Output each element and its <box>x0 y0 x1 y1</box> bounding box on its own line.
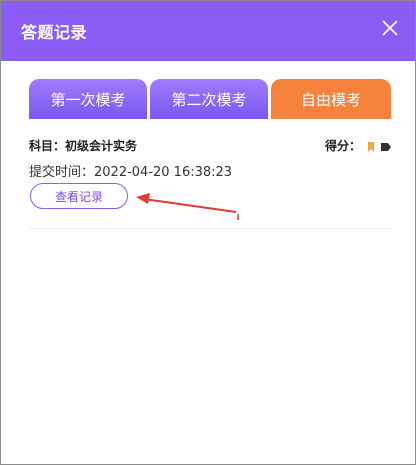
tab-label: 第二次模考 <box>171 90 247 109</box>
subject-text: 科目：初级会计实务 <box>29 139 138 153</box>
tab-free-mock-exam[interactable]: 自由模考 <box>271 79 391 119</box>
score-area: 得分： <box>324 137 391 154</box>
tab-label: 自由模考 <box>300 90 361 109</box>
tab-first-mock-exam[interactable]: 第一次模考 <box>29 79 147 119</box>
tab-label: 第一次模考 <box>50 90 126 109</box>
dialog-title: 答题记录 <box>21 23 88 42</box>
bookmark-icon <box>367 141 375 152</box>
dialog-header: 答题记录 <box>1 1 415 61</box>
tag-icon <box>381 141 391 151</box>
divider <box>29 228 390 229</box>
score-label: 得分： <box>324 139 361 153</box>
close-icon[interactable] <box>381 19 399 37</box>
tab-second-mock-exam[interactable]: 第二次模考 <box>150 79 268 119</box>
exam-tabs: 第一次模考 第二次模考 自由模考 <box>29 79 391 119</box>
submit-time: 提交时间：2022-04-20 16:38:23 <box>29 165 233 180</box>
answer-record-dialog: 答题记录 第一次模考 第二次模考 自由模考 科目：初级会计实务 得分： 提交时间… <box>0 0 416 465</box>
view-record-button[interactable]: 查看记录 <box>30 183 128 209</box>
